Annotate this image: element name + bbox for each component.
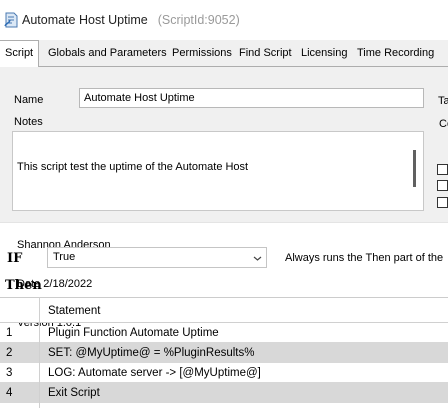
if-label: IF [7, 251, 23, 266]
notes-label: Notes [14, 116, 43, 128]
row-number: 4 [6, 387, 13, 399]
row-statement: LOG: Automate server -> [@MyUptime@] [48, 367, 261, 379]
notes-line: Date 2/18/2022 [17, 278, 93, 290]
tab-licensing[interactable]: Licensing [301, 47, 347, 59]
notes-scrollbar-thumb[interactable] [413, 150, 416, 187]
tab-permissions[interactable]: Permissions [172, 47, 232, 59]
then-label: Then [5, 278, 42, 293]
condition-select[interactable]: True [47, 247, 267, 268]
notes-line: This script test the uptime of the Autom… [17, 161, 249, 173]
script-id: (ScriptId:9052) [157, 13, 240, 27]
tab-script[interactable]: Script [5, 47, 33, 59]
name-input[interactable]: Automate Host Uptime [79, 88, 424, 108]
name-label: Name [14, 94, 44, 106]
condition-value: True [53, 251, 76, 263]
tab-time-recording[interactable]: Time Recording [357, 47, 434, 59]
script-icon [4, 12, 18, 28]
panel-divider [0, 222, 448, 223]
notes-line [17, 200, 248, 213]
right-label-partial: Ta [438, 95, 448, 107]
table-row[interactable]: 2 SET: @MyUptime@ = %PluginResults% [0, 343, 448, 363]
row-statement: Plugin Function Automate Uptime [48, 327, 219, 339]
chevron-down-icon [253, 253, 262, 261]
checkbox-1[interactable] [437, 164, 448, 175]
window-title: Automate Host Uptime (ScriptId:9052) [22, 13, 240, 27]
row-statement: Exit Script [48, 387, 100, 399]
table-row[interactable]: 4 Exit Script [0, 383, 448, 403]
row-number: 3 [6, 367, 13, 379]
table-row[interactable]: 1 Plugin Function Automate Uptime [0, 323, 448, 343]
right-field-partial[interactable]: Co [439, 118, 448, 130]
tab-globals-and-parameters[interactable]: Globals and Parameters [48, 47, 167, 59]
tab-find-script[interactable]: Find Script [239, 47, 292, 59]
grid-column-divider [39, 297, 40, 408]
row-number: 1 [6, 327, 13, 339]
checkbox-3[interactable] [437, 197, 448, 208]
checkbox-2[interactable] [437, 180, 448, 191]
statement-column-header[interactable]: Statement [48, 305, 100, 317]
title-bar: Automate Host Uptime (ScriptId:9052) [0, 0, 448, 40]
condition-note: Always runs the Then part of the [285, 252, 444, 264]
table-row[interactable]: 3 LOG: Automate server -> [@MyUptime@] [0, 363, 448, 383]
script-title: Automate Host Uptime [22, 13, 148, 27]
row-statement: SET: @MyUptime@ = %PluginResults% [48, 347, 255, 359]
row-number: 2 [6, 347, 13, 359]
grid-header: Statement [0, 297, 448, 323]
